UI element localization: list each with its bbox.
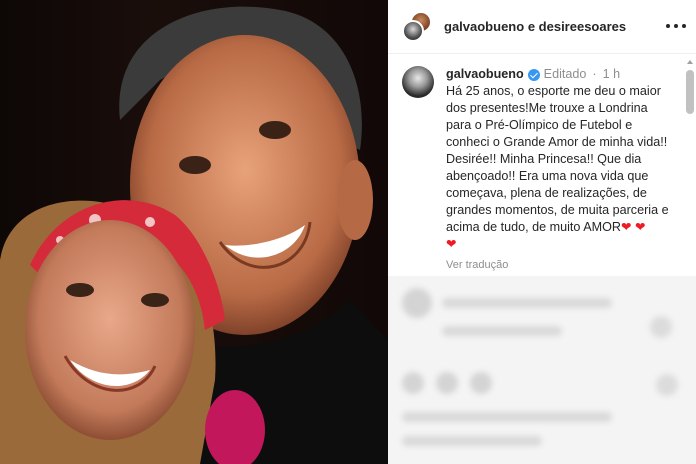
post-caption: galvaobueno Editado · 1 h Há 25 anos, o …	[388, 54, 696, 274]
blurred-comments-area	[388, 276, 696, 464]
author-link-galvaobueno[interactable]: galvaobueno	[444, 19, 524, 34]
post-time[interactable]: 1 h	[603, 66, 621, 83]
blurred-text	[442, 298, 612, 308]
post-photo	[0, 0, 388, 464]
blurred-avatar	[402, 288, 432, 318]
scrollbar-thumb[interactable]	[686, 70, 694, 114]
heart-emoji-icon: ❤	[446, 237, 457, 251]
verified-badge-icon	[527, 68, 540, 81]
avatar-galvaobueno[interactable]	[402, 19, 424, 42]
blurred-icon	[436, 372, 458, 394]
meta-separator: ·	[592, 67, 597, 81]
dot-icon	[674, 24, 678, 28]
caption-meta: galvaobueno Editado · 1 h	[446, 66, 672, 83]
blurred-icon	[470, 372, 492, 394]
scroll-up-arrow-icon[interactable]	[687, 60, 693, 64]
blurred-text	[402, 436, 542, 446]
author-separator: e	[527, 19, 536, 34]
blurred-comment-row	[402, 436, 542, 446]
blurred-text	[442, 326, 562, 336]
blurred-icon	[656, 374, 678, 396]
avatar[interactable]	[402, 66, 434, 98]
blurred-comment-row	[402, 288, 612, 318]
caption-username[interactable]: galvaobueno	[446, 66, 524, 83]
caption-body: galvaobueno Editado · 1 h Há 25 anos, o …	[446, 66, 682, 274]
post-authors: galvaobueno e desireesoares	[444, 19, 626, 34]
dot-icon	[682, 24, 686, 28]
heart-emoji-icon: ❤ ❤	[621, 220, 646, 234]
blurred-action-row	[402, 372, 492, 394]
blurred-comment-row	[402, 326, 562, 336]
blurred-icon	[650, 316, 672, 338]
see-translation-link[interactable]: Ver tradução	[446, 257, 672, 274]
caption-text-content: Há 25 anos, o esporte me deu o maior dos…	[446, 84, 669, 234]
more-options-button[interactable]	[666, 18, 686, 34]
post-header: galvaobueno e desireesoares	[388, 0, 696, 54]
blurred-comment-row	[402, 412, 612, 422]
collab-avatars[interactable]	[402, 10, 434, 43]
post-side-panel: galvaobueno e desireesoares galvaobueno …	[388, 0, 696, 464]
blurred-icon	[402, 372, 424, 394]
caption-text: Há 25 anos, o esporte me deu o maior dos…	[446, 83, 672, 253]
author-link-desireesoares[interactable]: desireesoares	[539, 19, 626, 34]
blurred-text	[402, 412, 612, 422]
couple-photo	[0, 6, 388, 464]
edited-label: Editado	[543, 67, 587, 81]
dot-icon	[666, 24, 670, 28]
